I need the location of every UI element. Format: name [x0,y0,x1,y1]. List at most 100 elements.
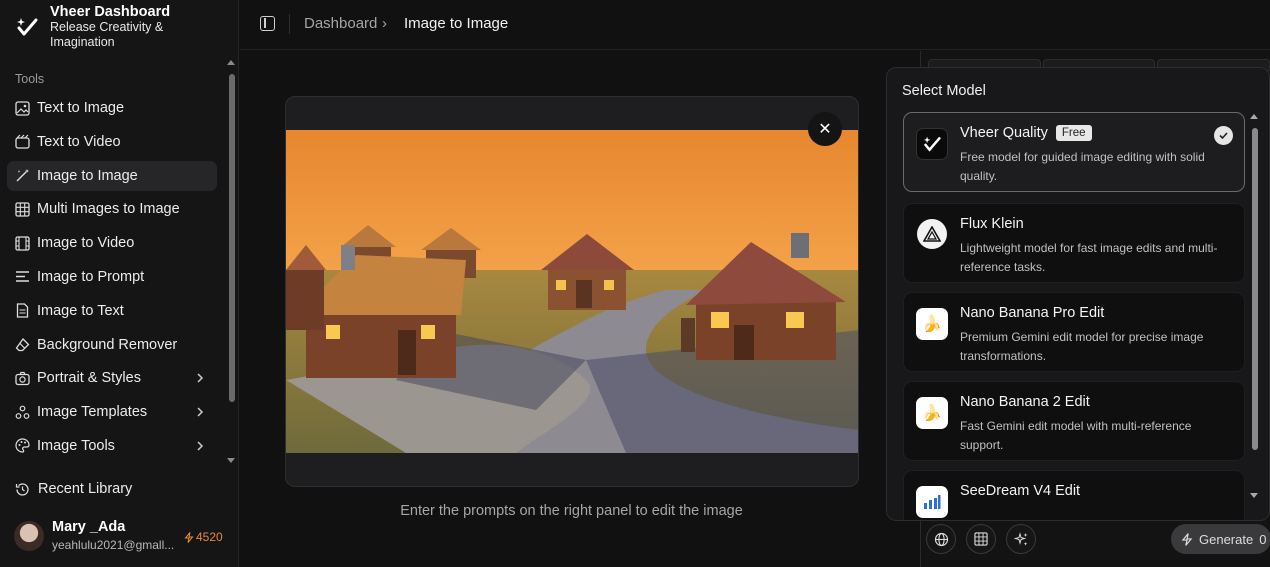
recent-library-label: Recent Library [38,481,133,497]
brand[interactable]: Vheer Dashboard Release Creativity & Ima… [16,4,170,50]
model-option-flux-klein[interactable]: Flux Klein Lightweight model for fast im… [903,203,1245,283]
model-description: Fast Gemini edit model with multi-refere… [960,419,1192,452]
brand-title: Vheer Dashboard [50,4,171,20]
sidebar-item-image-to-image[interactable]: Image to Image [7,160,217,191]
chevron-right-icon [197,373,204,383]
breadcrumb-chevron-icon: › [382,15,387,32]
model-option-nano-banana-2-edit[interactable]: 🍌 Nano Banana 2 Edit Fast Gemini edit mo… [903,381,1245,461]
remove-image-button[interactable]: ✕ [808,112,842,146]
text-lines-icon [15,269,30,284]
model-name: Flux Klein [960,216,1024,232]
model-description: Premium Gemini edit model for precise im… [960,330,1204,363]
sidebar-item-label: Image to Prompt [37,268,145,285]
grid-button[interactable] [966,524,996,554]
free-badge: Free [1055,125,1092,141]
sidebar-item-background-remover[interactable]: Background Remover [7,330,217,360]
credits-badge: 4520 [184,530,223,544]
sidebar-scroll-down-arrow[interactable] [227,458,235,463]
sidebar-item-label: Text to Image [37,100,125,116]
video-icon [15,134,30,149]
sidebar-item-label: Image to Image [37,167,138,184]
model-name-text: Nano Banana 2 Edit [960,394,1090,410]
grid-icon [974,532,988,546]
chevron-right-icon [197,407,204,417]
vheer-logo-icon [17,18,38,36]
enhance-button[interactable] [1006,524,1036,554]
sidebar-item-label: Multi Images to Image [37,201,180,218]
sidebar-item-label: Image to Text [37,302,124,319]
prompt-toolbar [926,524,1036,554]
recent-library-link[interactable]: Recent Library [15,481,132,497]
palette-icon [15,438,30,454]
eraser-icon [15,337,30,352]
model-name: Vheer Quality Free [960,125,1092,141]
sidebar-item-image-to-prompt[interactable]: Image to Prompt [7,262,217,292]
sidebar: Vheer Dashboard Release Creativity & Ima… [0,0,239,567]
sidebar-toggle-icon[interactable] [260,16,275,31]
sidebar-scrollbar[interactable] [229,74,235,402]
image-icon [15,100,30,116]
sidebar-item-label: Portrait & Styles [37,370,141,387]
model-option-vheer-quality[interactable]: Vheer Quality Free Free model for guided… [903,112,1245,192]
model-name: Nano Banana 2 Edit [960,394,1090,410]
generate-label: Generate [1199,531,1254,547]
lightning-icon [1181,532,1193,546]
globe-icon [934,532,948,546]
generate-button[interactable]: Generate 0 [1171,524,1270,554]
header-divider [289,14,290,34]
model-option-nano-banana-pro-edit[interactable]: 🍌 Nano Banana Pro Edit Premium Gemini ed… [903,292,1245,372]
film-icon [15,236,30,251]
model-description: Lightweight model for fast image edits a… [960,241,1218,274]
uploaded-image-preview [286,130,858,453]
user-profile[interactable]: Mary _Ada yeahlulu2021@gmall... 4520 [14,518,229,558]
popup-scroll-up-arrow[interactable] [1250,114,1258,119]
instruction-caption: Enter the prompts on the right panel to … [400,503,743,519]
sidebar-item-image-templates[interactable]: Image Templates [7,397,217,427]
close-icon: ✕ [818,121,832,138]
sidebar-item-image-to-text[interactable]: Image to Text [7,296,217,326]
document-icon [15,303,30,318]
popup-scroll-down-arrow[interactable] [1250,493,1258,498]
sidebar-item-text-to-image[interactable]: Text to Image [7,93,217,123]
breadcrumb-dashboard[interactable]: Dashboard [304,15,377,32]
templates-icon [15,405,30,420]
avatar [14,521,44,551]
credits-count: 4520 [196,530,223,544]
vheer-logo-icon [916,128,948,160]
sidebar-item-label: Image Tools [37,437,115,454]
popup-scrollbar[interactable] [1252,128,1258,450]
model-name-text: Nano Banana Pro Edit [960,305,1105,321]
magic-wand-icon [15,168,30,183]
history-icon [15,482,30,497]
sidebar-scroll-up-arrow[interactable] [227,60,235,65]
model-name-text: SeeDream V4 Edit [960,483,1081,499]
sidebar-item-image-to-video[interactable]: Image to Video [7,228,217,258]
breadcrumb-current: Image to Image [404,15,509,32]
model-option-seedream-v4-edit[interactable]: SeeDream V4 Edit [903,470,1245,520]
sidebar-item-text-to-video[interactable]: Text to Video [7,127,217,157]
model-name-text: Flux Klein [960,216,1024,232]
user-name: Mary _Ada [52,519,126,535]
model-name: SeeDream V4 Edit [960,483,1080,499]
sidebar-item-label: Text to Video [37,133,121,150]
sidebar-item-portrait-styles[interactable]: Portrait & Styles [7,363,217,393]
sidebar-item-label: Background Remover [37,336,178,353]
sidebar-item-multi-images-to-image[interactable]: Multi Images to Image [7,194,217,224]
sidebar-item-label: Image Templates [37,404,148,421]
grid-icon [15,202,30,217]
sidebar-item-label: Image to Video [37,235,135,252]
model-description: Free model for guided image editing with… [960,150,1205,183]
language-button[interactable] [926,524,956,554]
top-header: Dashboard › Image to Image [240,0,1270,50]
model-name-text: Vheer Quality [960,125,1048,141]
banana-icon: 🍌 [916,397,948,429]
model-name: Nano Banana Pro Edit [960,305,1104,321]
tools-section-label: Tools [15,72,45,86]
brand-subtitle-2: Imagination [50,35,115,49]
seedream-logo-icon [916,486,948,518]
sparkle-icon [1013,531,1027,546]
sidebar-item-image-tools[interactable]: Image Tools [7,431,217,461]
banana-icon: 🍌 [916,308,948,340]
main-content: ✕ Enter the prompts on the right panel t… [240,51,920,567]
sidebar-nav: Text to Image Text to Video Image to Ima… [7,93,217,465]
